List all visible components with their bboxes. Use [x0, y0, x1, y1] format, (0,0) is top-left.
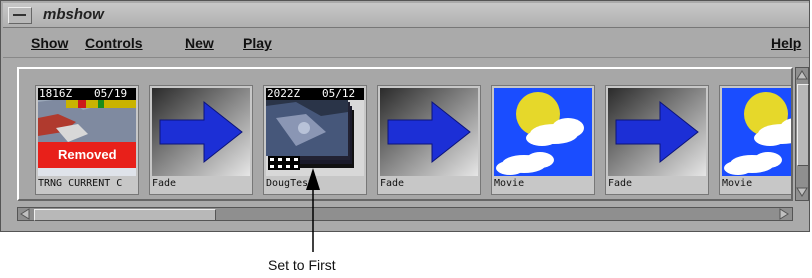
menu-show[interactable]: Show	[31, 35, 68, 51]
thumbnail-caption: TRNG CURRENT C	[38, 178, 123, 189]
thumbnail-fade[interactable]: Fade	[149, 85, 253, 195]
vertical-scrollbar[interactable]	[795, 67, 809, 201]
menu-help[interactable]: Help	[771, 35, 801, 51]
scroll-down-icon	[796, 187, 808, 197]
mbshow-window: mbshow Show Controls New Play Help 1816Z…	[0, 0, 810, 232]
thumbnail-dougtest[interactable]: 2022Z 05/12 DougTest	[263, 85, 367, 195]
thumbnail-movie[interactable]: Movie	[491, 85, 595, 195]
image-date-label: 05/12	[322, 88, 356, 100]
scroll-right-icon	[779, 208, 789, 220]
scroll-up-icon	[796, 70, 808, 80]
transition-image	[152, 88, 250, 176]
image-time-label: 2022Z	[267, 88, 301, 100]
movie-image	[494, 88, 592, 176]
window-menu-button[interactable]	[8, 7, 32, 24]
thumbnail-caption: Movie	[494, 178, 525, 189]
transition-image	[380, 88, 478, 176]
horizontal-scrollbar[interactable]	[17, 207, 793, 221]
sequence-strip: 1816Z 05/19 Removed TRNG CURRENT C Fade …	[17, 67, 793, 201]
thumbnail-caption: Movie	[722, 178, 753, 189]
title-bar[interactable]: mbshow	[3, 3, 809, 28]
thumbnail-caption: Fade	[152, 178, 177, 189]
callout-label: Set to First	[268, 257, 336, 273]
thumbnail-fade[interactable]: Fade	[605, 85, 709, 195]
weather-image: 1816Z 05/19 Removed	[38, 88, 136, 176]
image-time-label: 1816Z	[39, 88, 73, 100]
movie-image	[722, 88, 791, 176]
menu-bar: Show Controls New Play Help	[3, 31, 809, 58]
thumbnail-fade[interactable]: Fade	[377, 85, 481, 195]
removed-banner: Removed	[38, 142, 136, 168]
window-title: mbshow	[43, 6, 104, 23]
thumbnail-caption: DougTest	[266, 178, 315, 189]
vertical-scroll-thumb[interactable]	[797, 84, 809, 166]
menu-new[interactable]: New	[185, 35, 214, 51]
removed-label: Removed	[58, 147, 117, 162]
horizontal-scroll-thumb[interactable]	[34, 209, 216, 221]
thumbnail-trng-current[interactable]: 1816Z 05/19 Removed TRNG CURRENT C	[35, 85, 139, 195]
thumbnail-movie[interactable]: Movie	[719, 85, 791, 195]
image-date-label: 05/19	[94, 88, 128, 100]
thumbnail-caption: Fade	[608, 178, 633, 189]
weather-image: 2022Z 05/12	[266, 88, 364, 176]
menu-controls[interactable]: Controls	[85, 35, 143, 51]
thumbnail-caption: Fade	[380, 178, 405, 189]
transition-image	[608, 88, 706, 176]
scroll-left-icon	[20, 208, 30, 220]
menu-play[interactable]: Play	[243, 35, 272, 51]
